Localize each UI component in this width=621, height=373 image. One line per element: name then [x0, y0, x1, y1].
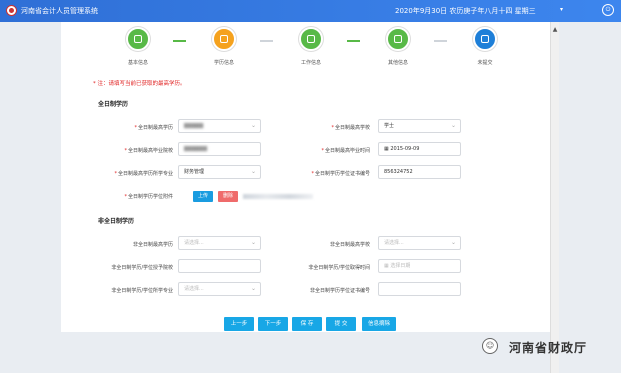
education-icon — [220, 35, 228, 43]
field-label: 非全日制学历/学位授予院校 — [111, 265, 173, 271]
scroll-up-icon[interactable]: ▲ — [551, 26, 559, 33]
field-label: *全日制最高学历 — [134, 125, 173, 131]
field-label: *全日制最高毕业院校 — [124, 148, 173, 154]
section-title-fulltime: 全日制学历 — [98, 101, 129, 108]
notice-text: * 注：请填写当前已获取的最高学历。 — [93, 81, 186, 87]
attachment-filename[interactable] — [243, 194, 313, 199]
emblem-logo-icon — [6, 5, 17, 16]
field-label: 非全日制学历学位证书编号 — [309, 288, 370, 294]
chevron-down-icon: ⌄ — [250, 239, 256, 246]
fulltime-major-select[interactable]: 财务管理 ⌄ — [178, 165, 261, 179]
field-label: *全日制学历学位证书编号 — [311, 171, 370, 177]
fulltime-graduation-school-input[interactable]: ▇▇▇▇▇▇ — [178, 142, 261, 156]
calendar-icon — [481, 35, 489, 43]
save-button[interactable]: 保 存 — [292, 317, 322, 331]
step-label: 工作信息 — [300, 60, 321, 66]
field-label: *全日制学历学位附件 — [124, 194, 173, 200]
fulltime-highest-school-select[interactable]: 学士 ⌄ — [378, 119, 461, 133]
step-connector — [173, 40, 186, 42]
watermark-text: 河南省财政厅 — [509, 341, 588, 355]
basic-info-icon — [134, 35, 142, 43]
field-label: *全日制最高学校 — [331, 125, 370, 131]
nonfulltime-major-select[interactable]: 请选择... ⌄ — [178, 282, 261, 296]
step-connector — [434, 40, 447, 42]
chevron-down-icon: ⌄ — [250, 168, 256, 175]
date-display: 2020年9月30日 农历庚子年八月十四 星期三 — [395, 7, 536, 15]
fulltime-certificate-no-input[interactable]: 856324752 — [378, 165, 461, 179]
app-title: 河南省会计人员管理系统 — [21, 7, 98, 15]
next-step-button[interactable]: 下一步 — [258, 317, 288, 331]
chevron-down-icon: ⌄ — [250, 285, 256, 292]
section-title-nonfulltime: 非全日制学历 — [98, 218, 135, 225]
field-label: *全日制最高学历所学专业 — [114, 171, 173, 177]
prev-step-button[interactable]: 上一步 — [224, 317, 254, 331]
delete-button[interactable]: 删除 — [218, 191, 238, 202]
step-label: 其他信息 — [387, 60, 408, 66]
field-label: 非全日制最高学校 — [329, 242, 370, 248]
main-panel — [61, 22, 550, 332]
step-label: 学历信息 — [213, 60, 234, 66]
field-label: 非全日制最高学历 — [132, 242, 173, 248]
power-icon[interactable]: ⏻ — [602, 4, 614, 16]
step-connector — [260, 40, 273, 42]
step-work-info[interactable] — [299, 27, 323, 51]
chevron-down-icon: ⌄ — [450, 239, 456, 246]
step-label: 未提交 — [477, 60, 493, 66]
step-label: 基本信息 — [127, 60, 148, 66]
scrollbar[interactable]: ▲ — [550, 22, 559, 373]
fulltime-highest-degree-select[interactable]: ▇▇▇▇▇ ⌄ — [178, 119, 261, 133]
field-label: 非全日制学历/学位所学专业 — [111, 288, 173, 294]
step-basic-info[interactable] — [126, 27, 150, 51]
document-icon — [394, 35, 402, 43]
top-bar: 河南省会计人员管理系统 2020年9月30日 农历庚子年八月十四 星期三 ​ ▾… — [0, 0, 621, 22]
upload-button[interactable]: 上传 — [193, 191, 213, 202]
fulltime-graduation-time-input[interactable]: ▦ 2015-09-09 — [378, 142, 461, 156]
field-label: *全日制最高毕业时间 — [321, 148, 370, 154]
step-education-info[interactable] — [212, 27, 236, 51]
chevron-down-icon[interactable]: ▾ — [560, 6, 563, 13]
wechat-icon: ☺ — [482, 338, 498, 354]
remove-info-button[interactable]: 信息摘除 — [362, 317, 396, 331]
nonfulltime-certificate-no-input[interactable] — [378, 282, 461, 296]
nonfulltime-highest-school-select[interactable]: 请选择... ⌄ — [378, 236, 461, 250]
chevron-down-icon: ⌄ — [250, 122, 256, 129]
step-connector — [347, 40, 360, 42]
chevron-down-icon: ⌄ — [450, 122, 456, 129]
nonfulltime-highest-degree-select[interactable]: 请选择... ⌄ — [178, 236, 261, 250]
step-not-submitted[interactable] — [473, 27, 497, 51]
watermark: ☺ 河南省财政厅 — [482, 338, 614, 355]
nonfulltime-graduation-time-input[interactable]: ▦ 选择日期 — [378, 259, 461, 273]
nonfulltime-graduation-school-input[interactable] — [178, 259, 261, 273]
work-icon — [307, 35, 315, 43]
submit-button[interactable]: 提 交 — [326, 317, 356, 331]
field-label: 非全日制学历/学位取得时间 — [308, 265, 370, 271]
step-other-info[interactable] — [386, 27, 410, 51]
